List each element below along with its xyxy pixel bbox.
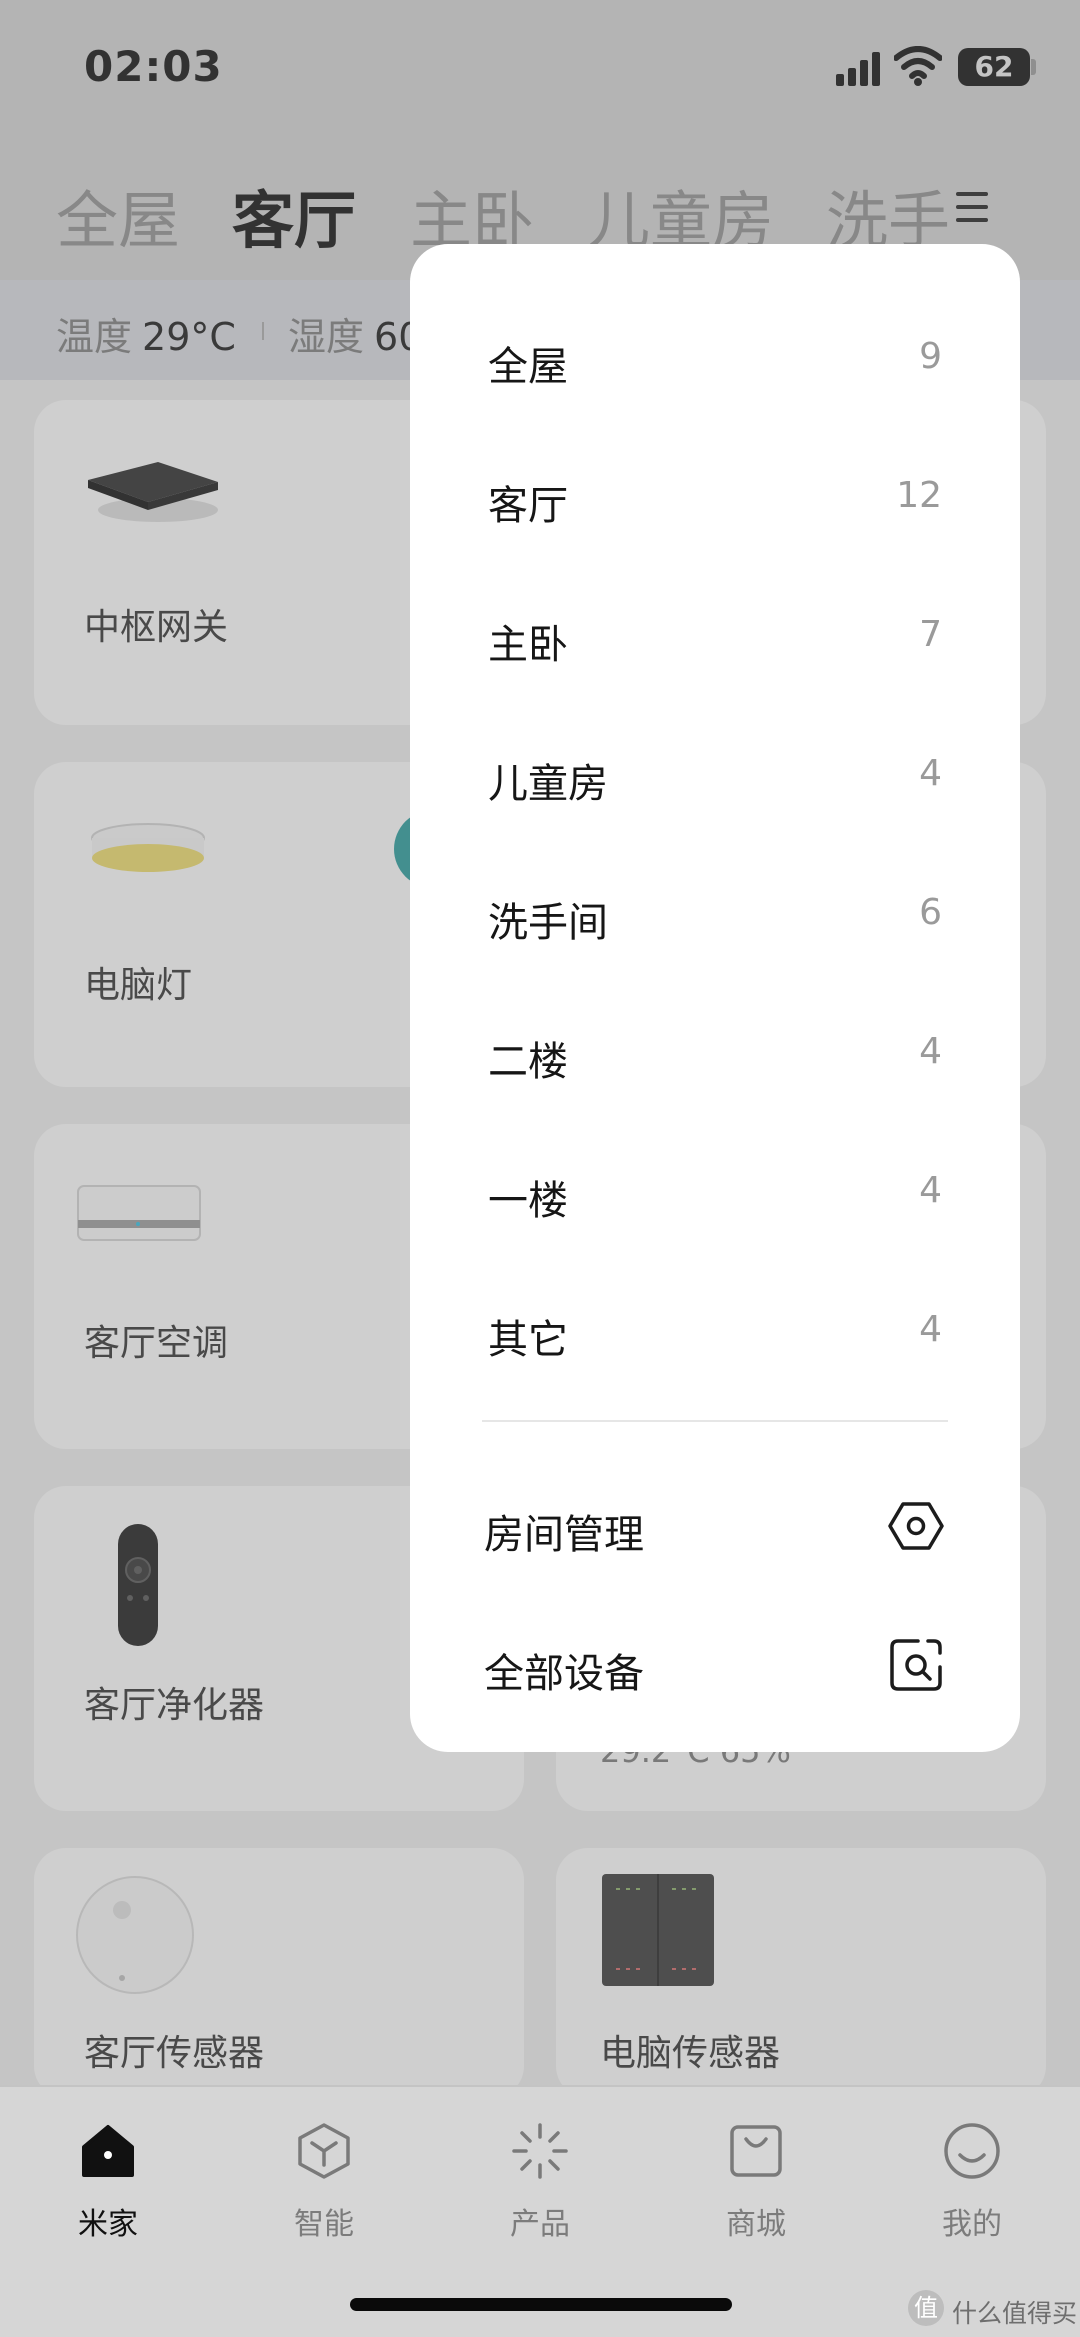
room-option-label: 二楼 [488,1039,568,1085]
watermark-text: 什么值得买 [952,2299,1078,2328]
room-option-label: 洗手间 [488,900,608,946]
room-management-label: 房间管理 [484,1512,644,1558]
home-icon [82,2125,134,2177]
cube-icon [298,2123,350,2179]
room-option-count: 4 [919,753,942,794]
menu-divider [482,1420,948,1422]
room-option-count: 9 [919,336,942,377]
room-option-whole-house[interactable]: 全屋 9 [410,290,1020,429]
nav-smart[interactable]: 智能 [244,2119,404,2249]
room-option-kids-room[interactable]: 儿童房 4 [410,707,1020,846]
room-option-count: 12 [896,475,942,516]
nav-mall[interactable]: 商城 [676,2119,836,2249]
room-option-count: 4 [919,1170,942,1211]
all-devices-label: 全部设备 [484,1651,644,1697]
shopping-bag-icon [730,2125,782,2177]
nav-label: 我的 [942,2207,1002,2242]
room-option-count: 4 [919,1031,942,1072]
room-option-label: 主卧 [488,622,568,668]
room-option-label: 全屋 [488,344,568,390]
room-option-count: 4 [919,1309,942,1350]
room-option-other[interactable]: 其它 4 [410,1263,1020,1402]
nav-mine[interactable]: 我的 [892,2119,1052,2249]
nav-products[interactable]: 产品 [460,2119,620,2249]
room-option-label: 其它 [488,1317,568,1363]
room-option-label: 儿童房 [488,761,608,807]
nav-mijia[interactable]: 米家 [28,2119,188,2249]
nav-label: 商城 [726,2207,786,2242]
room-option-label: 客厅 [488,483,568,529]
room-option-living-room[interactable]: 客厅 12 [410,429,1020,568]
room-option-second-floor[interactable]: 二楼 4 [410,985,1020,1124]
sparkle-icon [512,2123,568,2179]
room-option-count: 7 [919,614,942,655]
room-dropdown-menu: 全屋 9 客厅 12 主卧 7 儿童房 4 洗手间 6 二楼 4 一楼 4 其它… [410,244,1020,1752]
watermark: 值 什么值得买 [908,2286,1080,2330]
all-devices-button[interactable]: 全部设备 [410,1597,1020,1736]
watermark-badge: 值 [908,2290,944,2326]
hexagon-settings-icon [888,1502,944,1550]
room-option-first-floor[interactable]: 一楼 4 [410,1124,1020,1263]
room-option-label: 一楼 [488,1178,568,1224]
room-management-button[interactable]: 房间管理 [410,1458,1020,1597]
device-search-icon [890,1639,942,1691]
home-indicator[interactable] [350,2298,732,2311]
nav-label: 米家 [78,2207,138,2242]
nav-label: 产品 [510,2207,570,2242]
smile-icon [944,2123,1000,2179]
room-option-bathroom[interactable]: 洗手间 6 [410,846,1020,985]
nav-label: 智能 [294,2207,354,2242]
room-option-count: 6 [919,892,942,933]
room-option-master-bedroom[interactable]: 主卧 7 [410,568,1020,707]
